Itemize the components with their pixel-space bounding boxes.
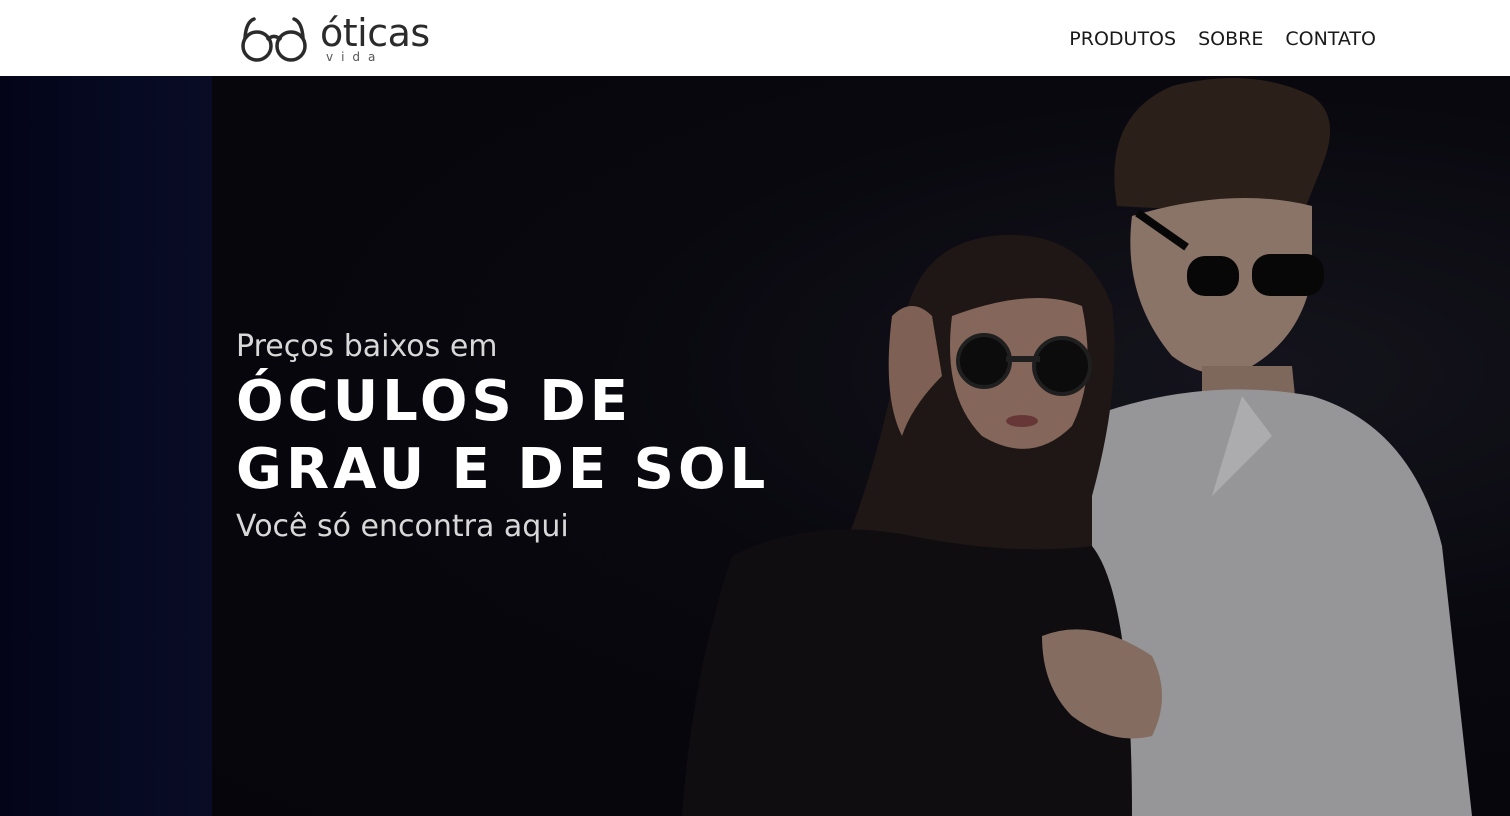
hero-left-strip (0, 76, 212, 816)
hero-banner: Preços baixos em ÓCULOS DE GRAU E DE SOL… (0, 76, 1510, 816)
main-nav: PRODUTOS SOBRE CONTATO (1069, 26, 1376, 52)
nav-sobre[interactable]: SOBRE (1198, 26, 1263, 52)
hero-subline: Você só encontra aqui (236, 509, 569, 544)
nav-contato[interactable]: CONTATO (1285, 26, 1376, 52)
hero-kicker: Preços baixos em (236, 329, 498, 364)
logo[interactable]: óticas vida (240, 11, 450, 64)
nav-produtos[interactable]: PRODUTOS (1069, 26, 1176, 52)
site-header: óticas vida PRODUTOS SOBRE CONTATO (0, 0, 1510, 76)
glasses-icon (241, 17, 307, 62)
hero-headline-line1: ÓCULOS DE (236, 369, 633, 434)
hero-headline-line2: GRAU E DE SOL (236, 437, 770, 502)
hero-copy: Preços baixos em ÓCULOS DE GRAU E DE SOL… (236, 328, 769, 546)
logo-subtitle: vida (326, 50, 384, 64)
